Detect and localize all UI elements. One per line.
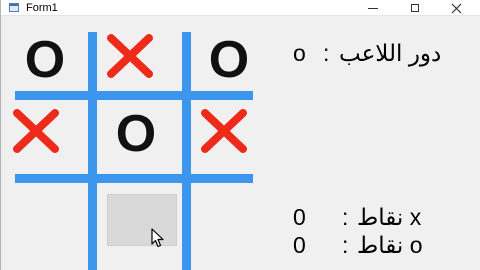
title-bar: Form1 [1, 0, 480, 16]
turn-separator: : [323, 40, 330, 66]
cell-2[interactable] [105, 34, 155, 83]
maximize-icon [411, 4, 419, 12]
x-mark-icon [107, 34, 153, 78]
maximize-button[interactable] [398, 0, 432, 16]
grid-line-vertical-right [182, 32, 191, 270]
turn-value: o [293, 40, 306, 66]
score-x-label: نقاط x [357, 204, 422, 230]
score-o-value: 0 [293, 232, 306, 258]
x-mark-icon [201, 109, 247, 153]
score-o-separator: : [342, 232, 349, 258]
score-o-label: نقاط o [357, 232, 423, 258]
game-board: O O O دور اللاعب : o نقاط x: 0 نقاط o:… [1, 16, 480, 270]
cell-3[interactable]: O [199, 34, 259, 86]
cell-8-button[interactable] [107, 194, 177, 246]
score-x-value: 0 [293, 204, 306, 230]
turn-label: دور اللاعب [339, 40, 442, 66]
cell-5[interactable]: O [106, 108, 166, 160]
cell-6[interactable] [199, 109, 249, 158]
mouse-cursor-icon [151, 228, 164, 248]
grid-line-vertical-left [88, 32, 97, 270]
minimize-button[interactable] [356, 0, 390, 16]
form-icon [9, 3, 19, 12]
grid-line-horizontal-top [15, 91, 253, 100]
close-icon [451, 3, 461, 13]
grid-line-horizontal-bottom [15, 174, 253, 183]
app-window: Form1 O O O دور اللاعب: o نقاط x: 0 نق… [0, 0, 480, 270]
cell-1[interactable]: O [15, 34, 75, 86]
x-mark-icon [13, 109, 59, 153]
cell-4[interactable] [11, 109, 61, 158]
close-button[interactable] [439, 0, 473, 16]
score-x-separator: : [342, 204, 349, 230]
minimize-icon [368, 7, 378, 9]
window-title: Form1 [26, 2, 58, 14]
